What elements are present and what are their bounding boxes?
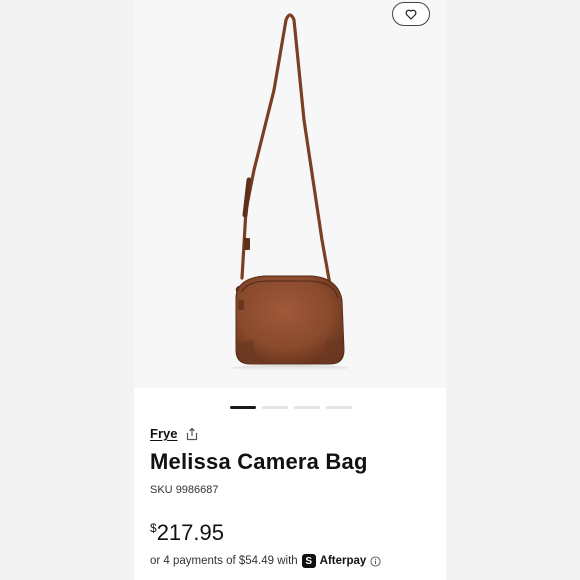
share-icon[interactable] — [185, 427, 199, 441]
installment-text: or 4 payments of $54.49 with — [150, 555, 298, 567]
gallery-pagination[interactable] — [230, 406, 352, 409]
price-value: 217.95 — [156, 520, 224, 545]
brand-row: Frye — [150, 426, 199, 441]
product-title: Melissa Camera Bag — [150, 449, 368, 474]
right-margin — [446, 0, 580, 580]
sku-row: SKU 9986687 — [150, 484, 219, 496]
heart-icon — [405, 9, 417, 20]
product-image-gallery[interactable] — [134, 0, 446, 388]
afterpay-name: Afterpay — [319, 555, 367, 567]
afterpay-logo-icon: S — [301, 554, 316, 568]
afterpay-row: or 4 payments of $54.49 with S Afterpay — [150, 554, 381, 568]
gallery-dot[interactable] — [230, 406, 256, 409]
brand-link[interactable]: Frye — [150, 426, 177, 441]
currency-symbol: $ — [150, 521, 157, 535]
product-page: Frye Melissa Camera Bag SKU 9986687 $217… — [134, 0, 446, 580]
gallery-dot[interactable] — [294, 406, 320, 409]
price: $217.95 — [150, 520, 224, 546]
gallery-dot[interactable] — [262, 406, 288, 409]
gallery-dot[interactable] — [326, 406, 352, 409]
info-icon[interactable] — [370, 555, 381, 567]
favorite-button[interactable] — [392, 2, 430, 26]
left-margin — [0, 0, 134, 580]
sku-value: 9986687 — [175, 484, 219, 496]
sku-label: SKU — [150, 484, 173, 496]
product-image — [232, 13, 348, 371]
